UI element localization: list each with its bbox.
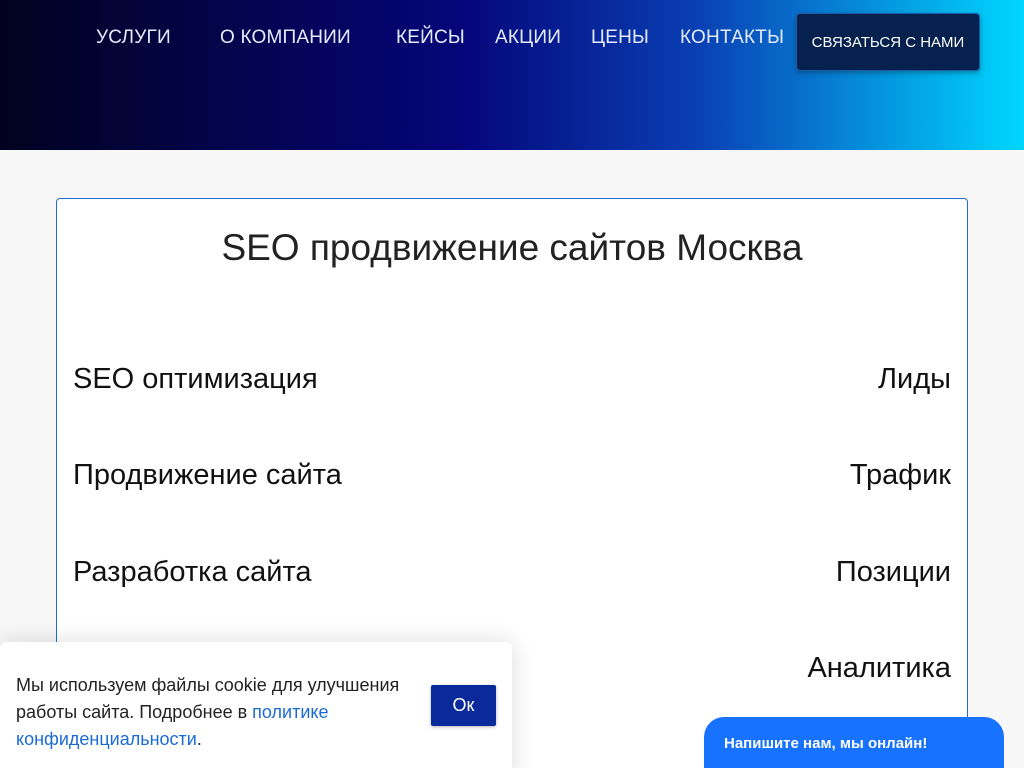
service-item-development: Разработка сайта bbox=[73, 556, 312, 588]
benefit-item-leads: Лиды bbox=[878, 363, 951, 395]
chat-widget[interactable]: Напишите нам, мы онлайн! bbox=[704, 717, 1004, 768]
contact-us-button[interactable]: СВЯЗАТЬСЯ С НАМИ bbox=[796, 13, 980, 71]
service-item-promotion: Продвижение сайта bbox=[73, 459, 342, 491]
nav-item-services[interactable]: УСЛУГИ bbox=[96, 27, 171, 49]
cookie-text-after: . bbox=[196, 729, 202, 749]
cookie-text-before: Мы используем файлы cookie для улучшения… bbox=[16, 675, 400, 722]
benefit-item-analytics: Аналитика bbox=[807, 652, 951, 684]
benefit-item-positions: Позиции bbox=[835, 556, 951, 588]
nav-item-cases[interactable]: КЕЙСЫ bbox=[396, 27, 465, 49]
cookie-banner: Мы используем файлы cookie для улучшения… bbox=[0, 642, 512, 768]
nav-item-prices[interactable]: ЦЕНЫ bbox=[591, 27, 649, 49]
benefit-item-traffic: Трафик bbox=[849, 459, 951, 491]
cookie-ok-button[interactable]: Ок bbox=[431, 685, 496, 726]
page-title: SEO продвижение сайтов Москва bbox=[221, 227, 803, 268]
chat-label: Напишите нам, мы онлайн! bbox=[724, 735, 928, 752]
nav-item-promotions[interactable]: АКЦИИ bbox=[495, 27, 561, 49]
service-item-seo: SEO оптимизация bbox=[73, 363, 318, 395]
site-header: УСЛУГИ О КОМПАНИИ КЕЙСЫ АКЦИИ ЦЕНЫ КОНТА… bbox=[0, 0, 1024, 150]
nav-item-contacts[interactable]: КОНТАКТЫ bbox=[680, 27, 784, 49]
cookie-message: Мы используем файлы cookie для улучшения… bbox=[16, 672, 416, 753]
nav-item-about[interactable]: О КОМПАНИИ bbox=[220, 27, 351, 49]
